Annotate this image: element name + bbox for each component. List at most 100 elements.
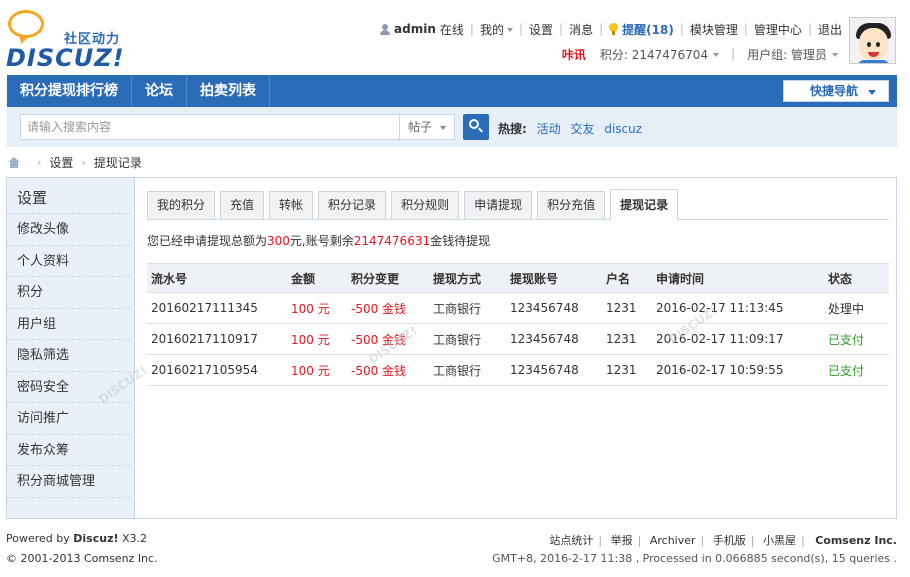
hot-search-link[interactable]: 交友 — [570, 122, 594, 136]
sidebar-item-password[interactable]: 密码安全 — [7, 372, 130, 403]
logo-bubble-icon — [8, 10, 44, 38]
home-icon[interactable] — [8, 156, 21, 168]
col-credit-change: 积分变更 — [351, 271, 400, 286]
tab-transfer[interactable]: 转帐 — [269, 191, 314, 219]
hot-search-label: 热搜: — [498, 122, 527, 136]
sidebar-item-avatar[interactable]: 修改头像 — [7, 214, 130, 246]
tab-credit-log[interactable]: 积分记录 — [318, 191, 387, 219]
tab-apply-withdraw[interactable]: 申请提现 — [464, 191, 533, 219]
messages-link[interactable]: 消息 — [569, 21, 593, 38]
cell-account-name: 1231 — [606, 301, 637, 315]
tab-recharge[interactable]: 充值 — [220, 191, 265, 219]
footer-link-blacklist[interactable]: 小黑屋 — [763, 534, 796, 547]
tab-bar: 我的积分 充值 转帐 积分记录 积分规则 申请提现 积分充值 提现记录 — [147, 189, 889, 220]
footer-company-link[interactable]: Comsenz Inc. — [815, 534, 897, 547]
sidebar-item-privacy[interactable]: 隐私筛选 — [7, 340, 130, 372]
chevron-right-icon: › — [81, 155, 86, 169]
nav-item-forum[interactable]: 论坛 — [132, 75, 187, 107]
footer-link-report[interactable]: 举报 — [611, 534, 633, 547]
logo-en-text: DISCUZ! — [6, 44, 125, 72]
cell-method: 工商银行 — [433, 332, 482, 347]
credits-label: 积分: 2147476704 — [599, 47, 709, 62]
sidebar-item-profile[interactable]: 个人资料 — [7, 246, 130, 277]
cell-apply-time: 2016-02-17 11:09:17 — [656, 332, 784, 346]
chevron-right-icon: › — [37, 155, 42, 169]
table-row: 20160217105954 100 元 -500 金钱 工商银行 123456… — [147, 355, 889, 386]
user-toolbar: admin 在线 | 我的 | 设置 | 消息 | 提醒(18) | 模块管理 … — [380, 20, 842, 38]
breadcrumb-withdraw-records[interactable]: 提现记录 — [94, 154, 142, 171]
admin-center-link[interactable]: 管理中心 — [754, 21, 802, 38]
footer-copyright: © 2001-2013 Comsenz Inc. — [6, 552, 158, 565]
hot-search-link[interactable]: 活动 — [537, 122, 561, 136]
col-account-name: 户名 — [606, 271, 631, 286]
cell-account: 123456748 — [510, 301, 579, 315]
module-manage-link[interactable]: 模块管理 — [690, 21, 738, 38]
search-button[interactable] — [463, 114, 489, 140]
avatar[interactable] — [849, 17, 896, 64]
col-serial: 流水号 — [151, 271, 188, 286]
bulb-icon — [609, 23, 619, 35]
footer-link-mobile[interactable]: 手机版 — [713, 534, 746, 547]
cell-status: 已支付 — [828, 363, 865, 378]
footer-powered-prefix: Powered by — [6, 532, 70, 545]
discuz-logo[interactable]: 社区动力 DISCUZ! — [6, 8, 136, 72]
table-row: 20160217110917 100 元 -500 金钱 工商银行 123456… — [147, 324, 889, 355]
my-menu-label: 我的 — [479, 22, 504, 37]
sidebar-item-credits[interactable]: 积分 — [7, 277, 130, 309]
cell-account: 123456748 — [510, 363, 579, 377]
table-header: 流水号 金额 积分变更 提现方式 提现账号 户名 申请时间 状态 — [147, 263, 889, 293]
breadcrumb: › 设置 › 提现记录 — [8, 154, 142, 170]
user-icon — [380, 23, 391, 35]
usergroup-menu[interactable]: 用户组: 管理员 — [747, 46, 838, 63]
summary-prefix: 您已经申请提现总额为 — [147, 234, 268, 248]
sidebar-item-promotion[interactable]: 访问推广 — [7, 403, 130, 435]
search-type-label: 帖子 — [408, 120, 433, 134]
nav-item-auction-list[interactable]: 拍卖列表 — [187, 75, 270, 107]
content-area: 我的积分 充值 转帐 积分记录 积分规则 申请提现 积分充值 提现记录 您已经申… — [96, 178, 889, 518]
brand-tag[interactable]: 咔讯 — [562, 46, 586, 63]
breadcrumb-settings[interactable]: 设置 — [49, 154, 73, 171]
usergroup-label: 用户组: 管理员 — [747, 47, 827, 62]
withdraw-summary: 您已经申请提现总额为300元,账号剩余2147476631金钱待提现 — [147, 232, 490, 249]
remind-link[interactable]: 提醒(18) — [622, 21, 674, 38]
col-amount: 金额 — [291, 271, 316, 286]
sidebar-title: 设置 — [7, 178, 130, 214]
nav-item-withdraw-ranking[interactable]: 积分提现排行榜 — [7, 75, 132, 107]
main-nav: 积分提现排行榜 论坛 拍卖列表 快捷导航 — [7, 75, 897, 107]
credits-menu[interactable]: 积分: 2147476704 — [599, 46, 720, 63]
summary-remain: 2147476631 — [353, 234, 431, 248]
footer-powered: Powered by Discuz! X3.2 — [6, 532, 147, 545]
sidebar: 设置 修改头像 个人资料 积分 用户组 隐私筛选 密码安全 访问推广 发布众筹 … — [7, 178, 135, 518]
cell-method: 工商银行 — [433, 363, 482, 378]
user-info-bar: 咔讯 积分: 2147476704 | 用户组: 管理员 — [562, 45, 838, 63]
chevron-down-icon — [832, 53, 838, 57]
footer-link-archiver[interactable]: Archiver — [650, 534, 696, 547]
sidebar-item-points-mall[interactable]: 积分商城管理 — [7, 466, 130, 498]
sidebar-item-usergroup[interactable]: 用户组 — [7, 309, 130, 340]
search-type-select[interactable]: 帖子 — [400, 114, 455, 140]
chevron-down-icon — [713, 53, 720, 57]
cell-serial: 20160217110917 — [151, 332, 258, 346]
hot-search: 热搜: 活动 交友 discuz — [498, 120, 648, 137]
cell-apply-time: 2016-02-17 11:13:45 — [656, 301, 784, 315]
search-input[interactable] — [20, 114, 400, 140]
settings-link[interactable]: 设置 — [529, 21, 553, 38]
tab-withdraw-records[interactable]: 提现记录 — [610, 189, 679, 220]
quick-nav-button[interactable]: 快捷导航 — [783, 80, 889, 102]
tab-credit-recharge[interactable]: 积分充值 — [537, 191, 606, 219]
hot-search-link[interactable]: discuz — [604, 122, 642, 136]
tab-credit-rules[interactable]: 积分规则 — [391, 191, 460, 219]
tab-my-credits[interactable]: 我的积分 — [147, 191, 216, 219]
footer-link-stats[interactable]: 站点统计 — [549, 534, 593, 547]
sidebar-item-crowdfunding[interactable]: 发布众筹 — [7, 435, 130, 466]
cell-credit-change: -500 金钱 — [351, 363, 407, 378]
footer-stats: GMT+8, 2016-2-17 11:38 , Processed in 0.… — [492, 552, 897, 565]
cell-account-name: 1231 — [606, 332, 637, 346]
username-link[interactable]: admin — [394, 22, 436, 36]
footer-discuz-link[interactable]: Discuz! — [73, 532, 118, 545]
cell-serial: 20160217105954 — [151, 363, 258, 377]
cell-status: 处理中 — [828, 301, 865, 316]
my-menu[interactable]: 我的 — [480, 21, 513, 38]
withdraw-table: 流水号 金额 积分变更 提现方式 提现账号 户名 申请时间 状态 2016021… — [147, 263, 889, 386]
logout-link[interactable]: 退出 — [818, 21, 842, 38]
